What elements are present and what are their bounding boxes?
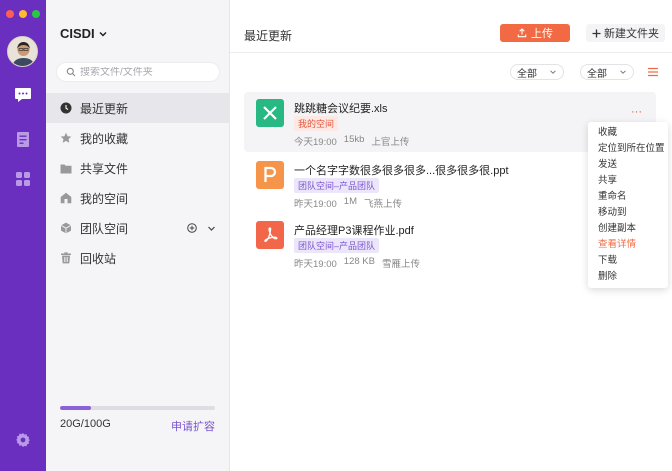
- sidebar-nav: 最近更新 我的收藏 共享文件 我的空间 团队空间 回收站: [46, 93, 230, 273]
- chevron-down-icon[interactable]: [207, 224, 216, 233]
- search-box: [56, 62, 220, 82]
- file-location-tag: 我的空间: [294, 116, 339, 131]
- sidebar-item-label: 团队空间: [80, 221, 129, 236]
- ppt-file-icon: [256, 161, 284, 189]
- menu-item-download[interactable]: 下载: [588, 253, 668, 269]
- home-icon: [60, 192, 72, 204]
- settings-gear-icon[interactable]: [12, 429, 34, 451]
- trash-icon: [60, 252, 72, 264]
- sidebar-item-trash[interactable]: 回收站: [46, 243, 230, 273]
- sidebar-item-label: 最近更新: [80, 101, 129, 116]
- file-time: 昨天19:00: [294, 259, 337, 270]
- file-name: 一个名字字数很多很多很多...很多很多很.ppt: [294, 165, 509, 177]
- sidebar-item-label: 回收站: [80, 251, 117, 266]
- menu-item-locate[interactable]: 定位到所在位置: [588, 141, 668, 157]
- file-uploader: 上官上传: [371, 137, 410, 148]
- menu-item-favorite[interactable]: 收藏: [588, 125, 668, 141]
- file-uploader: 飞燕上传: [363, 199, 402, 210]
- chevron-down-icon: [550, 70, 556, 74]
- minimize-window-button[interactable]: [19, 10, 27, 18]
- menu-item-move[interactable]: 移动到: [588, 205, 668, 221]
- sidebar-item-recent[interactable]: 最近更新: [46, 93, 230, 123]
- clock-icon: [60, 102, 72, 114]
- expand-storage-link[interactable]: 申请扩容: [171, 418, 215, 434]
- workspace-name: CISDI: [60, 26, 95, 41]
- chat-icon[interactable]: [12, 84, 34, 106]
- menu-item-send[interactable]: 发送: [588, 157, 668, 173]
- folder-icon: [60, 162, 72, 174]
- avatar[interactable]: [7, 36, 38, 67]
- sidebar-item-label: 共享文件: [80, 161, 129, 176]
- new-folder-button[interactable]: 新建文件夹: [586, 24, 665, 42]
- upload-button-label: 上传: [531, 28, 553, 40]
- file-uploader: 雪雁上传: [381, 259, 420, 270]
- file-location-tag: 团队空间–产品团队: [294, 178, 380, 193]
- avatar-image: [12, 42, 35, 66]
- storage-progress-bar: [60, 406, 215, 410]
- header-divider: [230, 52, 672, 53]
- sidebar-item-label: 我的收藏: [80, 131, 129, 146]
- more-options-icon[interactable]: ···: [631, 106, 642, 118]
- storage-progress-fill: [60, 406, 91, 410]
- star-icon: [60, 132, 72, 144]
- maximize-window-button[interactable]: [32, 10, 40, 18]
- file-location-tag: 团队空间–产品团队: [294, 238, 380, 253]
- menu-item-copy[interactable]: 创建副本: [588, 221, 668, 237]
- sidebar-item-team-space[interactable]: 团队空间: [46, 213, 230, 243]
- file-time: 今天19:00: [294, 137, 337, 148]
- menu-item-details[interactable]: 查看详情: [588, 237, 668, 253]
- context-menu: 收藏 定位到所在位置 发送 共享 重命名 移动到 创建副本 查看详情 下载 删除: [588, 122, 668, 288]
- window-controls: [6, 10, 40, 18]
- menu-item-delete[interactable]: 删除: [588, 269, 668, 285]
- storage-usage-text: 20G/100G: [60, 418, 111, 430]
- storage-usage: 20G/100G 申请扩容: [60, 406, 215, 434]
- filter-dropdown-1[interactable]: 全部: [510, 64, 564, 80]
- sidebar-item-favorites[interactable]: 我的收藏: [46, 123, 230, 153]
- pdf-file-icon: [256, 221, 284, 249]
- filter-value: 全部: [587, 68, 607, 80]
- close-window-button[interactable]: [6, 10, 14, 18]
- apps-grid-icon[interactable]: [12, 168, 34, 190]
- menu-item-rename[interactable]: 重命名: [588, 189, 668, 205]
- sidebar: CISDI 最近更新 我的收藏 共享文件 我的空间 团队空间: [46, 0, 230, 471]
- page-title: 最近更新: [244, 29, 293, 43]
- file-name: 产品经理P3课程作业.pdf: [294, 225, 414, 237]
- menu-item-share[interactable]: 共享: [588, 173, 668, 189]
- list-view-icon[interactable]: [647, 66, 659, 78]
- file-size: 15kb: [343, 134, 365, 145]
- file-time: 昨天19:00: [294, 199, 337, 210]
- chevron-down-icon: [620, 70, 626, 74]
- search-input[interactable]: [80, 66, 210, 78]
- file-size: 1M: [343, 196, 357, 207]
- filter-dropdown-2[interactable]: 全部: [580, 64, 634, 80]
- new-folder-button-label: 新建文件夹: [604, 28, 659, 40]
- sidebar-item-shared[interactable]: 共享文件: [46, 153, 230, 183]
- chevron-down-icon: [99, 31, 107, 37]
- upload-button[interactable]: 上传: [500, 24, 570, 42]
- team-cube-icon: [60, 222, 72, 234]
- excel-file-icon: [256, 99, 284, 127]
- workspace-switcher[interactable]: CISDI: [60, 26, 108, 41]
- file-name: 跳跳糖会议纪要.xls: [294, 103, 388, 115]
- search-icon: [66, 67, 76, 77]
- plus-icon: [592, 29, 601, 37]
- left-rail: [0, 0, 46, 471]
- sidebar-item-label: 我的空间: [80, 191, 129, 206]
- upload-icon: [517, 28, 527, 38]
- filter-value: 全部: [517, 68, 537, 80]
- file-size: 128 KB: [343, 256, 375, 267]
- sidebar-item-my-space[interactable]: 我的空间: [46, 183, 230, 213]
- document-icon[interactable]: [12, 128, 34, 150]
- add-circle-icon[interactable]: [187, 223, 197, 233]
